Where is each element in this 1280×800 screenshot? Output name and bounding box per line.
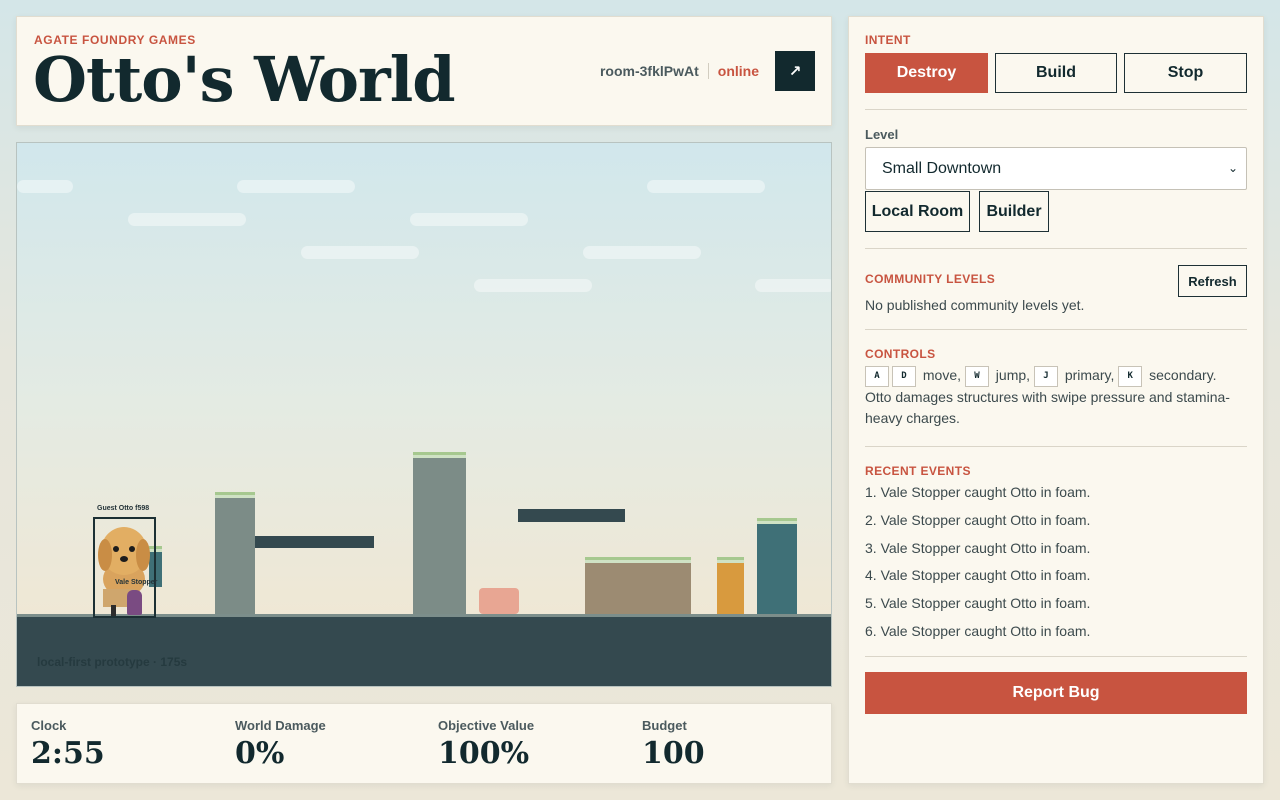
cloud [583,246,701,259]
event-item: 2. Vale Stopper caught Otto in foam. [865,511,1091,528]
connection-status: online [717,63,759,79]
stat-value: 100 [642,736,705,771]
tower-structure [215,492,255,615]
jump-text: jump, [995,367,1031,383]
key-j: J [1033,365,1058,387]
game-title: Otto's World [33,43,456,116]
tower-structure [757,518,797,615]
cloud [474,279,592,292]
intent-build-button[interactable]: Build [995,53,1117,93]
player-otto[interactable] [93,517,156,618]
level-selected-value: Small Downtown [882,159,1002,177]
recent-events-title: RECENT EVENTS [865,464,971,478]
controls-description: Otto damages structures with swipe press… [865,388,1230,426]
pillar-structure [717,557,744,615]
move-text: move, [922,367,962,383]
key-a: A [865,365,889,387]
event-item: 5. Vale Stopper caught Otto in foam. [865,595,1091,612]
cloud [647,180,765,193]
primary-text: primary, [1064,367,1115,383]
events-list: 1. Vale Stopper caught Otto in foam. 2. … [865,484,1090,651]
stat-label: Clock [31,718,67,733]
stat-label: Objective Value [438,718,535,733]
stat-value: 100% [438,736,530,771]
beam-platform [518,509,625,522]
key-w: W [964,365,989,387]
open-external-button[interactable]: ↗ [775,51,815,91]
cloud [128,213,246,226]
stat-objective-value: Objective Value 100% [438,718,534,771]
warehouse-structure [585,557,691,615]
level-label: Level [865,127,899,142]
divider [865,109,1247,110]
intent-title: INTENT [865,33,911,47]
game-canvas[interactable]: Guest Otto f598 Vale Stopper local-first… [16,142,832,687]
tower-structure [413,452,466,615]
key-k: K [1118,365,1143,387]
level-select[interactable]: Small Downtown ⌄ [865,147,1247,190]
local-room-button[interactable]: Local Room [865,191,970,232]
cloud [237,180,355,193]
stat-world-damage: World Damage 0% [235,718,326,771]
cloud [301,246,419,259]
ground [17,614,831,686]
stats-bar: Clock 2:55 World Damage 0% Objective Val… [16,703,832,784]
header-card: AGATE FOUNDRY GAMES Otto's World room-3f… [16,16,832,126]
dog-icon [98,527,150,616]
secondary-text: secondary. [1149,367,1217,383]
intent-destroy-button[interactable]: Destroy [865,53,988,93]
stat-label: World Damage [235,718,326,733]
cloud [17,180,73,193]
controls-text: AD move, W jump, J primary, K secondary.… [865,365,1249,429]
controls-title: CONTROLS [865,347,936,361]
divider [865,656,1247,657]
stat-label: Budget [642,718,687,733]
divider [707,63,709,79]
divider [865,329,1247,330]
room-info: room-3fklPwAt online ↗ [600,51,815,91]
chevron-down-icon: ⌄ [1227,161,1238,175]
cloud [755,279,831,292]
community-levels-title: COMMUNITY LEVELS [865,272,996,286]
community-empty-text: No published community levels yet. [865,297,1085,313]
vale-stopper-enemy [127,590,142,615]
hud-label: local-first prototype · 175s [37,655,188,669]
sidebar: INTENT Destroy Build Stop Level Small Do… [848,16,1264,784]
key-d: D [892,365,916,387]
refresh-button[interactable]: Refresh [1178,265,1247,297]
event-item: 4. Vale Stopper caught Otto in foam. [865,567,1091,584]
player-name-tag: Guest Otto f598 [97,505,150,512]
stat-budget: Budget 100 [642,718,705,771]
enemy-name-tag: Vale Stopper [115,579,158,586]
cloud [410,213,528,226]
event-item: 6. Vale Stopper caught Otto in foam. [865,622,1091,639]
divider [865,446,1247,447]
builder-button[interactable]: Builder [979,191,1049,232]
beam-platform [255,536,374,548]
objective-crate [479,588,519,614]
intent-stop-button[interactable]: Stop [1124,53,1247,93]
room-id: room-3fklPwAt [599,63,699,79]
stat-value: 0% [235,736,285,771]
event-item: 1. Vale Stopper caught Otto in foam. [865,484,1091,500]
stat-value: 2:55 [31,736,105,771]
stat-clock: Clock 2:55 [31,718,105,771]
event-item: 3. Vale Stopper caught Otto in foam. [865,539,1091,556]
report-bug-button[interactable]: Report Bug [865,672,1247,714]
divider [865,248,1247,249]
arrow-up-right-icon: ↗ [788,63,802,80]
